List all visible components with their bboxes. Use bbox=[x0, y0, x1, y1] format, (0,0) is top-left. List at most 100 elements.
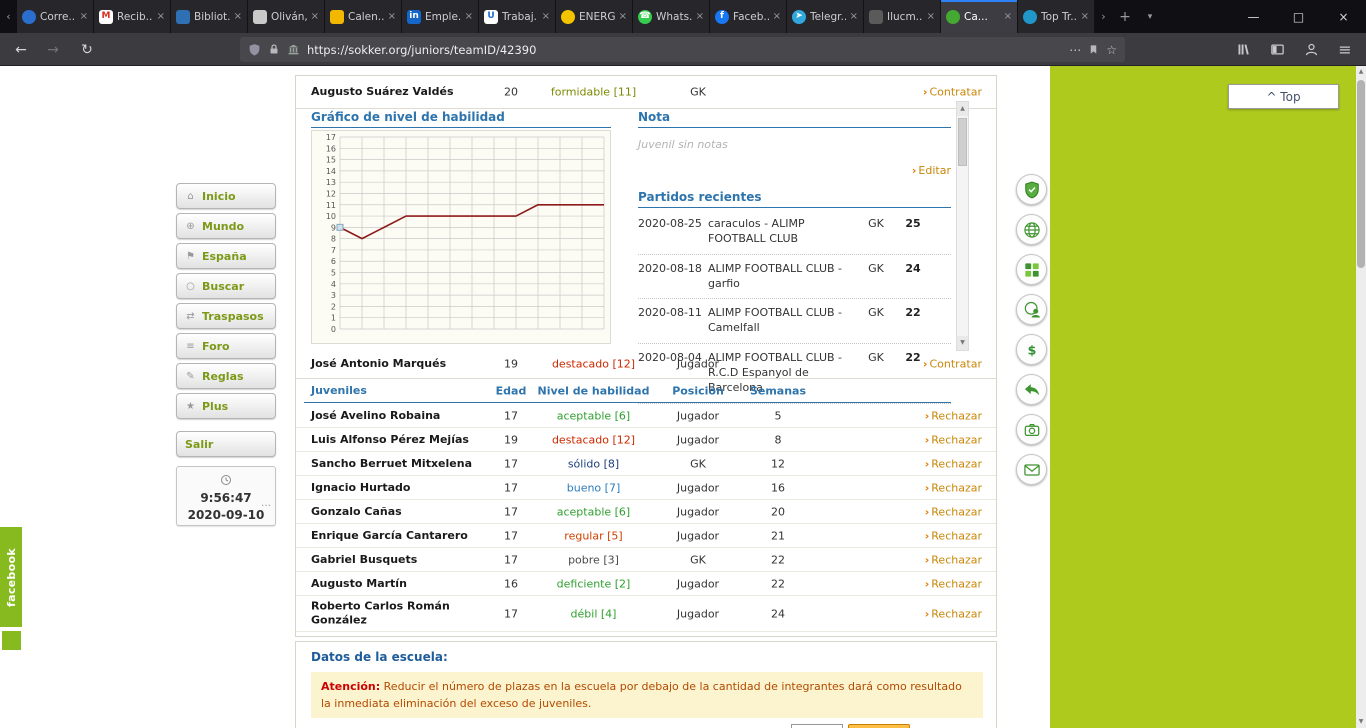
window-minimize-button[interactable]: — bbox=[1231, 0, 1276, 33]
back-to-top-button[interactable]: ^ Top bbox=[1228, 84, 1339, 109]
tab-close-icon[interactable]: × bbox=[388, 11, 396, 22]
sidebar-item-inicio[interactable]: ⌂Inicio bbox=[176, 183, 276, 209]
tab-close-icon[interactable]: × bbox=[1004, 11, 1012, 22]
reject-link[interactable]: ›Rechazar bbox=[925, 457, 982, 470]
stats-grid-icon[interactable] bbox=[1016, 254, 1047, 285]
window-maximize-button[interactable]: □ bbox=[1276, 0, 1321, 33]
sidebar-item-mundo[interactable]: ⊕Mundo bbox=[176, 213, 276, 239]
sidebar-item-reglas[interactable]: ✎Reglas bbox=[176, 363, 276, 389]
y-tick-label: 0 bbox=[331, 325, 336, 334]
tab-close-icon[interactable]: × bbox=[311, 11, 319, 22]
browser-tab[interactable]: Calen...× bbox=[325, 0, 402, 33]
reject-link[interactable]: ›Rechazar bbox=[925, 505, 982, 518]
facebook-ribbon[interactable]: facebook bbox=[0, 527, 22, 627]
lock-icon[interactable] bbox=[268, 43, 280, 56]
browser-tab[interactable]: Ca...× bbox=[941, 0, 1018, 33]
tab-close-icon[interactable]: × bbox=[542, 11, 550, 22]
forward-button[interactable]: → bbox=[38, 33, 68, 66]
hire-link[interactable]: ›Contratar bbox=[923, 86, 982, 99]
browser-tab[interactable]: Oliván, pe...× bbox=[248, 0, 325, 33]
browser-tab[interactable]: fFaceb...× bbox=[710, 0, 787, 33]
tab-close-icon[interactable]: × bbox=[619, 11, 627, 22]
tab-close-icon[interactable]: × bbox=[696, 11, 704, 22]
url-text[interactable]: https://sokker.org/juniors/teamID/42390 bbox=[307, 43, 1062, 57]
browser-tab[interactable]: Top Tr...× bbox=[1018, 0, 1095, 33]
scrollbar-thumb[interactable] bbox=[958, 118, 967, 166]
tab-close-icon[interactable]: × bbox=[1081, 11, 1089, 22]
page-scrollbar-thumb[interactable] bbox=[1357, 80, 1365, 268]
hire-link[interactable]: ›Contratar bbox=[923, 358, 982, 371]
browser-tab[interactable]: ☎Whats...× bbox=[633, 0, 710, 33]
sidebar-item-salir[interactable]: Salir bbox=[176, 431, 276, 457]
juvenile-row: Gonzalo Cañas17aceptable [6]Jugador20›Re… bbox=[296, 500, 996, 524]
account-icon[interactable] bbox=[1296, 33, 1326, 66]
bookmark-flag-icon[interactable] bbox=[1088, 43, 1099, 56]
camera-icon[interactable] bbox=[1016, 414, 1047, 445]
back-button[interactable]: ← bbox=[6, 33, 36, 66]
tab-close-icon[interactable]: × bbox=[465, 11, 473, 22]
reject-link[interactable]: ›Rechazar bbox=[925, 529, 982, 542]
browser-tab[interactable]: UTrabaj...× bbox=[479, 0, 556, 33]
new-tab-button[interactable]: + bbox=[1112, 0, 1138, 33]
browser-tab[interactable]: Bibliot...× bbox=[171, 0, 248, 33]
browser-tab[interactable]: Corre...× bbox=[17, 0, 94, 33]
list-tabs-button[interactable]: ▾ bbox=[1138, 0, 1162, 33]
browser-tab[interactable]: ENERG...× bbox=[556, 0, 633, 33]
globe-icon[interactable] bbox=[1016, 214, 1047, 245]
reload-button[interactable]: ↻ bbox=[72, 33, 102, 66]
places-input[interactable] bbox=[791, 724, 843, 728]
panel-scrollbar[interactable]: ▲ ▼ bbox=[956, 101, 969, 351]
browser-tab[interactable]: ➤Telegr...× bbox=[787, 0, 864, 33]
reject-link[interactable]: ›Rechazar bbox=[925, 433, 982, 446]
tab-scroll-right-icon[interactable]: › bbox=[1095, 0, 1112, 33]
facebook-ribbon-tab[interactable] bbox=[2, 631, 21, 650]
tab-close-icon[interactable]: × bbox=[157, 11, 165, 22]
url-bar[interactable]: https://sokker.org/juniors/teamID/42390 … bbox=[240, 37, 1125, 62]
money-icon[interactable]: $ bbox=[1016, 334, 1047, 365]
tab-close-icon[interactable]: × bbox=[850, 11, 858, 22]
tab-scroll-left-icon[interactable]: ‹ bbox=[0, 0, 17, 33]
shield-icon[interactable] bbox=[1016, 174, 1047, 205]
reject-link[interactable]: ›Rechazar bbox=[925, 553, 982, 566]
mail-icon[interactable] bbox=[1016, 454, 1047, 485]
tab-close-icon[interactable]: × bbox=[927, 11, 935, 22]
clock-more-icon[interactable]: … bbox=[261, 498, 271, 509]
reject-link[interactable]: ›Rechazar bbox=[925, 409, 982, 422]
browser-tab[interactable]: MRecib...× bbox=[94, 0, 171, 33]
tab-close-icon[interactable]: × bbox=[80, 11, 88, 22]
browser-tab[interactable]: inEmple...× bbox=[402, 0, 479, 33]
match-row[interactable]: 2020-08-18ALIMP FOOTBALL CLUB - garfioGK… bbox=[638, 255, 951, 300]
scroll-up-icon[interactable]: ▲ bbox=[1356, 66, 1366, 78]
reject-link[interactable]: ›Rechazar bbox=[925, 577, 982, 590]
page-actions-icon[interactable]: ⋯ bbox=[1069, 43, 1081, 57]
edit-note-link[interactable]: ›Editar bbox=[912, 164, 951, 177]
juvenile-row: Gabriel Busquets17pobre [3]GK22›Rechazar bbox=[296, 548, 996, 572]
library-icon[interactable] bbox=[1228, 33, 1258, 66]
window-close-button[interactable]: × bbox=[1321, 0, 1366, 33]
match-row[interactable]: 2020-08-11ALIMP FOOTBALL CLUB - Camelfal… bbox=[638, 299, 951, 344]
sidebar-item-traspasos[interactable]: ⇄Traspasos bbox=[176, 303, 276, 329]
sidebar-item-plus[interactable]: ★Plus bbox=[176, 393, 276, 419]
scroll-up-icon[interactable]: ▲ bbox=[957, 102, 968, 116]
browser-tab[interactable]: Ilucm...× bbox=[864, 0, 941, 33]
juvenile-row: Sancho Berruet Mitxelena17sólido [8]GK12… bbox=[296, 452, 996, 476]
sidebar-item-buscar[interactable]: ○Buscar bbox=[176, 273, 276, 299]
tab-close-icon[interactable]: × bbox=[234, 11, 242, 22]
bookmark-star-icon[interactable]: ☆ bbox=[1106, 43, 1117, 57]
reject-link[interactable]: ›Rechazar bbox=[925, 607, 982, 620]
change-places-button[interactable] bbox=[848, 724, 910, 728]
organization-building-icon[interactable] bbox=[287, 43, 300, 56]
hamburger-menu-icon[interactable]: ≡ bbox=[1330, 33, 1360, 66]
sidebar-toggle-icon[interactable] bbox=[1262, 33, 1292, 66]
globe-player-icon[interactable] bbox=[1016, 294, 1047, 325]
scroll-down-icon[interactable]: ▼ bbox=[957, 336, 968, 350]
tab-close-icon[interactable]: × bbox=[773, 11, 781, 22]
reject-link[interactable]: ›Rechazar bbox=[925, 481, 982, 494]
sidebar-item-españa[interactable]: ⚑España bbox=[176, 243, 276, 269]
scroll-down-icon[interactable]: ▼ bbox=[1356, 716, 1366, 728]
tracking-protection-shield-icon[interactable] bbox=[248, 42, 261, 57]
back-arrow-icon[interactable] bbox=[1016, 374, 1047, 405]
match-row[interactable]: 2020-08-25caraculos - ALIMP FOOTBALL CLU… bbox=[638, 210, 951, 255]
link-arrow-icon: › bbox=[925, 577, 930, 590]
sidebar-item-foro[interactable]: ≡Foro bbox=[176, 333, 276, 359]
